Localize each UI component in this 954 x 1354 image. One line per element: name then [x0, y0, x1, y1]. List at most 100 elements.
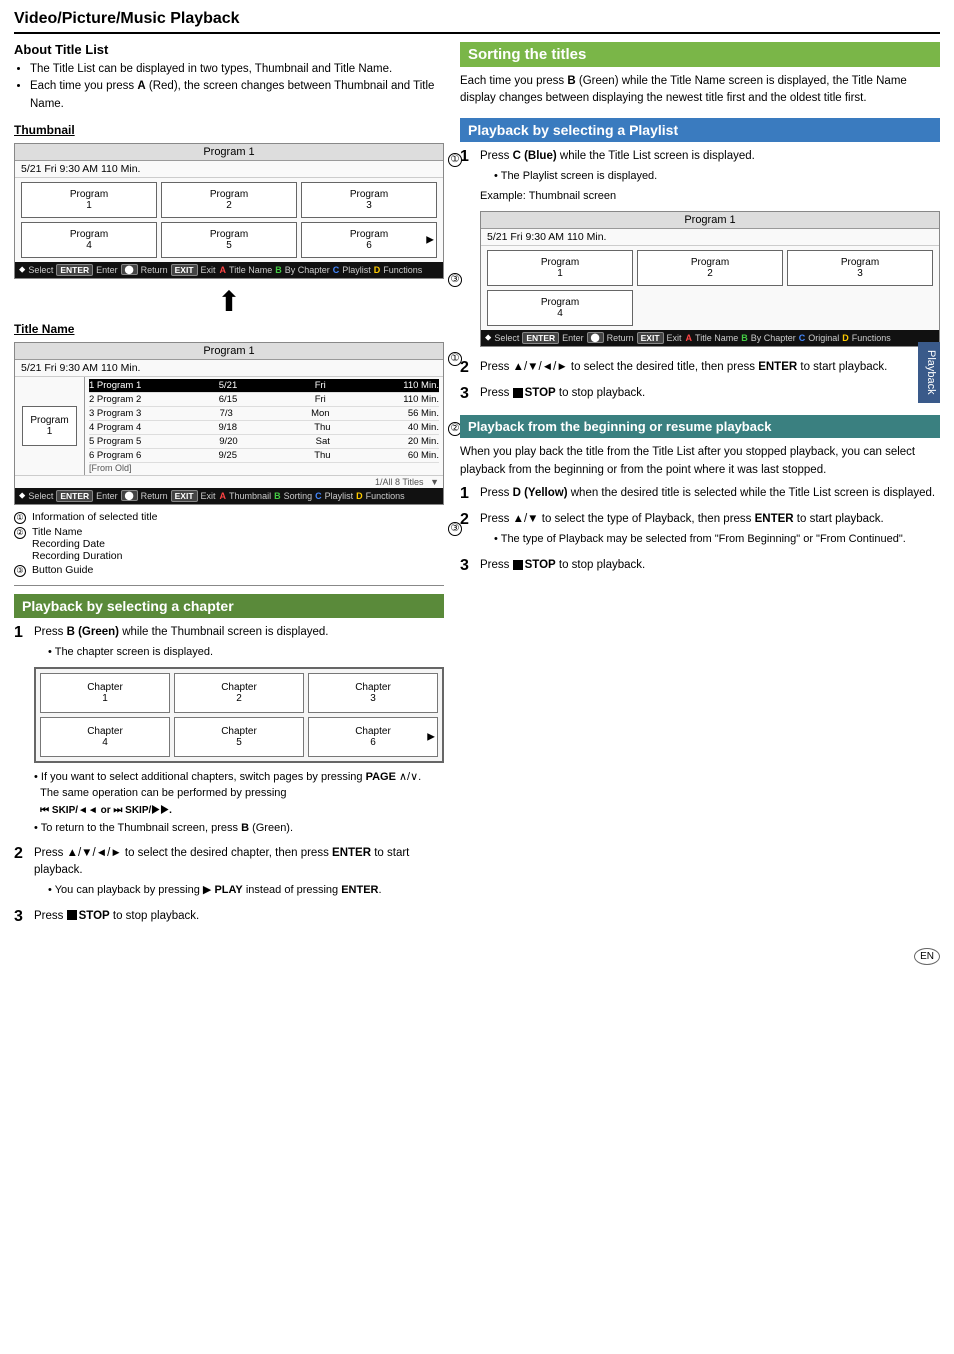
thumbnail-program-grid: Program1 Program2 Program3 Program4 Prog… — [15, 178, 443, 262]
title-row-4: 4 Program 49/18Thu40 Min. — [89, 421, 439, 435]
resume-step-2-bullet: The type of Playback may be selected fro… — [494, 531, 940, 548]
select-icon: ⬥ — [19, 264, 25, 275]
playlist-step-3-text: Press STOP to stop playback. — [480, 385, 940, 402]
chapter-step-3-content: Press STOP to stop playback. — [34, 908, 444, 928]
sorting-text: Each time you press B (Green) while the … — [460, 73, 940, 108]
arrow-icon: ⬆ — [14, 285, 444, 318]
playlist-section: Playback by selecting a Playlist 1 Press… — [460, 118, 940, 406]
about-title-list-bullets: The Title List can be displayed in two t… — [14, 61, 444, 113]
playlist-step-1: 1 Press C (Blue) while the Title List sc… — [460, 148, 940, 353]
title-name-label: Title Name — [14, 322, 444, 336]
chapter-cell-6: Chapter6 ▶ — [308, 717, 438, 757]
program-cell-6: Program6 ▶ — [301, 222, 437, 258]
playlist-info-row: 5/21 Fri 9:30 AM 110 Min. — [481, 229, 939, 246]
return-btn-3: ⬤ — [587, 332, 604, 343]
title-row-1: 1 Program 15/21Fri110 Min. — [89, 379, 439, 393]
playback-tab: Playback — [918, 342, 940, 403]
playlist-step-2-content: Press ▲/▼/◄/► to select the desired titl… — [480, 359, 940, 379]
playlist-ctrl-row2: A Title Name B By Chapter C Original D F… — [686, 333, 891, 343]
chapter-step-2-bullet: You can playback by pressing ▶ PLAY inst… — [48, 882, 444, 899]
resume-step-1-text: Press D (Yellow) when the desired title … — [480, 485, 940, 502]
title-name-info-text: 5/21 Fri 9:30 AM 110 Min. — [21, 362, 140, 374]
title-list-right: 1 Program 15/21Fri110 Min. 2 Program 26/… — [85, 377, 443, 475]
stop-icon-2 — [513, 388, 523, 398]
page-header: Video/Picture/Music Playback — [14, 10, 940, 34]
sorting-section: Sorting the titles Each time you press B… — [460, 42, 940, 108]
thumbnail-info-text: 5/21 Fri 9:30 AM 110 Min. — [21, 163, 140, 175]
btn-a-2-label: Thumbnail — [229, 491, 271, 501]
enter-btn-3: ENTER — [522, 332, 559, 344]
program-cell-4: Program4 — [21, 222, 157, 258]
program-cell-3: Program3 — [301, 182, 437, 218]
playlist-step-num-1: 1 — [460, 148, 476, 353]
title-row-3: 3 Program 37/3Mon56 Min. — [89, 407, 439, 421]
resume-heading-text: Playback from the beginning or resume pl… — [468, 419, 771, 434]
title-name-header: Program 1 — [15, 343, 443, 360]
return-label: Return — [141, 265, 168, 275]
title-ctrl-row1: ⬥ Select ENTER Enter ⬤ Return EXIT Exit — [19, 490, 216, 502]
playlist-step-3-content: Press STOP to stop playback. — [480, 385, 940, 405]
playlist-heading: Playback by selecting a Playlist — [460, 118, 940, 142]
playlist-screen: Program 1 5/21 Fri 9:30 AM 110 Min. Prog… — [480, 211, 940, 347]
resume-step-num-1: 1 — [460, 485, 476, 505]
chapter-return-bullet: • To return to the Thumbnail screen, pre… — [34, 820, 444, 837]
resume-step-2: 2 Press ▲/▼ to select the type of Playba… — [460, 511, 940, 551]
title-ctrl-row2: A Thumbnail B Sorting C Playlist D Funct… — [220, 491, 405, 501]
chapter-step-1-content: Press B (Green) while the Thumbnail scre… — [34, 624, 444, 839]
program-cell-5: Program5 — [161, 222, 297, 258]
playlist-controls: ⬥ Select ENTER Enter ⬤ Return EXIT Exit — [481, 330, 939, 346]
playlist-step-1-content: Press C (Blue) while the Title List scre… — [480, 148, 940, 353]
chapter-step-2-text: Press ▲/▼/◄/► to select the desired chap… — [34, 845, 444, 880]
chapter-step-1-bullet: The chapter screen is displayed. — [48, 644, 444, 661]
about-title-list-section: About Title List The Title List can be d… — [14, 42, 444, 113]
chapter-screen: Chapter1 Chapter2 Chapter3 Chapter4 Chap… — [34, 667, 444, 763]
btn-b-3: B — [741, 333, 748, 343]
enter-label-2: Enter — [96, 491, 118, 501]
btn-b: B — [275, 265, 282, 275]
btn-d-2-label: Functions — [366, 491, 405, 501]
btn-d-label: Functions — [383, 265, 422, 275]
resume-section: Playback from the beginning or resume pl… — [460, 415, 940, 577]
annot-text-1: Information of selected title — [32, 511, 157, 524]
chapter-step-num-2: 2 — [14, 845, 30, 902]
title-count: 1/All 8 Titles — [375, 477, 424, 487]
title-row-5: 5 Program 59/20Sat20 Min. — [89, 435, 439, 449]
select-label: Select — [28, 265, 53, 275]
chapter-step-2: 2 Press ▲/▼/◄/► to select the desired ch… — [14, 845, 444, 902]
title-name-controls: ⬥ Select ENTER Enter ⬤ Return EXIT Exit … — [15, 488, 443, 504]
return-label-2: Return — [141, 491, 168, 501]
chapter-step-1-text: Press B (Green) while the Thumbnail scre… — [34, 624, 444, 641]
exit-label: Exit — [201, 265, 216, 275]
enter-label: Enter — [96, 265, 118, 275]
chapter-section: Playback by selecting a chapter 1 Press … — [14, 594, 444, 928]
chapter-step-3-text: Press STOP to stop playback. — [34, 908, 444, 925]
playlist-program-2: Program2 — [637, 250, 783, 286]
select-label-3: Select — [494, 333, 519, 343]
playlist-step-2: 2 Press ▲/▼/◄/► to select the desired ti… — [460, 359, 940, 379]
resume-step-1: 1 Press D (Yellow) when the desired titl… — [460, 485, 940, 505]
playlist-step-num-3: 3 — [460, 385, 476, 405]
select-icon-2: ⬥ — [19, 490, 25, 501]
chapter-section-heading: Playback by selecting a chapter — [14, 594, 444, 618]
annotation-2: ② Title NameRecording DateRecording Dura… — [14, 526, 444, 562]
playlist-program-1: Program1 — [487, 250, 633, 286]
program-cell-2: Program2 — [161, 182, 297, 218]
btn-b-2: B — [274, 491, 281, 501]
btn-a-3: A — [686, 333, 693, 343]
resume-step-num-3: 3 — [460, 557, 476, 577]
title-list-left-cell: Program1 — [15, 377, 85, 475]
playlist-screen-header: Program 1 — [481, 212, 939, 229]
about-title-list-heading: About Title List — [14, 42, 444, 57]
thumbnail-screen-header: Program 1 — [15, 144, 443, 161]
main-content: About Title List The Title List can be d… — [14, 42, 940, 938]
title-list-body: Program1 1 Program 15/21Fri110 Min. 2 Pr… — [15, 377, 443, 475]
chapter-cell-5: Chapter5 — [174, 717, 304, 757]
scroll-arrow: ▼ — [430, 477, 439, 487]
resume-step-2-content: Press ▲/▼ to select the type of Playback… — [480, 511, 940, 551]
thumbnail-label: Thumbnail — [14, 123, 444, 137]
btn-d-3: D — [842, 333, 849, 343]
page-title: Video/Picture/Music Playback — [14, 10, 940, 28]
thumbnail-ctrl-row2: A Title Name B By Chapter C Playlist D F… — [220, 265, 423, 275]
playlist-program-4: Program4 — [487, 290, 633, 326]
btn-a-label: Title Name — [229, 265, 272, 275]
